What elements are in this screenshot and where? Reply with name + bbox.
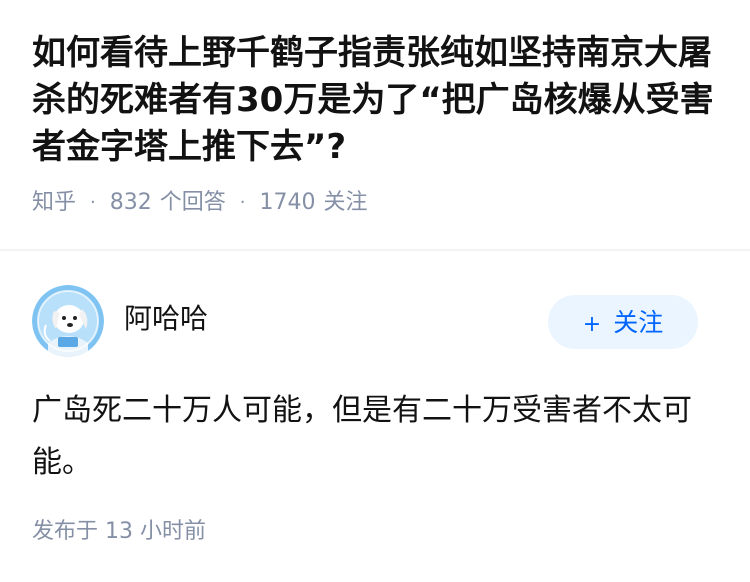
avatar[interactable] (32, 285, 104, 357)
answer-card: 阿哈哈 + 关注 广岛死二十万人可能，但是有二十万受害者不太可能。 发布于 13 … (0, 251, 750, 547)
meta-separator: · (239, 192, 246, 213)
author-name[interactable]: 阿哈哈 (124, 301, 208, 337)
author-row: 阿哈哈 + 关注 (32, 251, 718, 357)
plus-icon: + (582, 312, 602, 337)
question-header: 如何看待上野千鹤子指责张纯如坚持南京大屠杀的死难者有30万是为了“把广岛核爆从受… (0, 0, 750, 218)
zhihu-question-page: 如何看待上野千鹤子指责张纯如坚持南京大屠杀的死难者有30万是为了“把广岛核爆从受… (0, 0, 750, 582)
followers-count: 1740 (259, 190, 316, 215)
meta-separator: · (90, 192, 96, 213)
follow-button[interactable]: + 关注 (548, 295, 698, 349)
follow-button-label: 关注 (613, 308, 664, 337)
cartoon-dog-astronaut-avatar-icon (32, 285, 104, 357)
source-label[interactable]: 知乎 (32, 188, 76, 218)
publish-time: 发布于 13 小时前 (32, 519, 206, 544)
answers-label: 个回答 (159, 190, 226, 215)
question-title[interactable]: 如何看待上野千鹤子指责张纯如坚持南京大屠杀的死难者有30万是为了“把广岛核爆从受… (32, 30, 722, 171)
answer-content[interactable]: 广岛死二十万人可能，但是有二十万受害者不太可能。 (32, 385, 712, 489)
followers-label: 关注 (323, 190, 368, 215)
answers-count: 832 (109, 190, 152, 215)
question-meta: 知乎 · 832 个回答 · 1740 关注 (32, 188, 718, 218)
